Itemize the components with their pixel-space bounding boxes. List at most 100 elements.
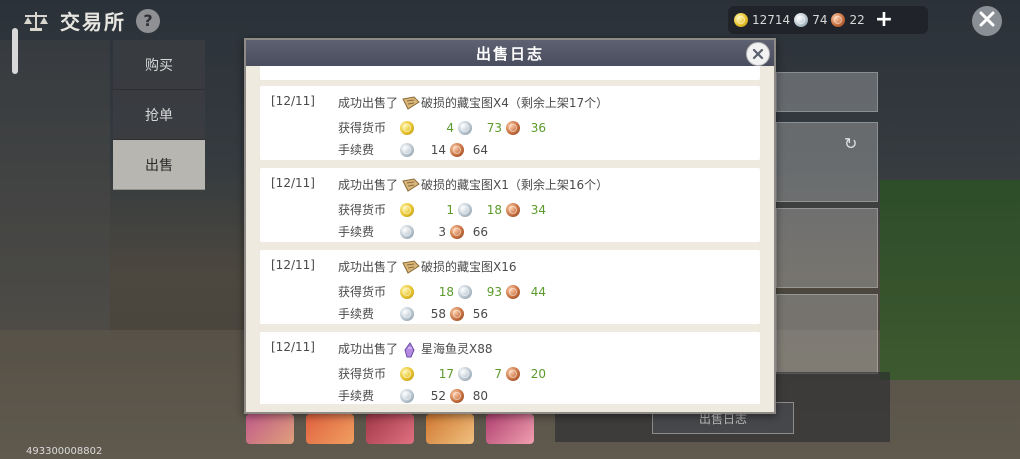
gold-coin-icon [400, 120, 414, 135]
bronze-coin-icon [506, 120, 520, 135]
fee-bronze: 56 [472, 306, 488, 321]
dialog-close-button[interactable] [746, 42, 770, 66]
silver-coin-icon [400, 306, 414, 321]
inventory-item[interactable] [246, 414, 294, 444]
entry-fee: 手续费 3 66 [338, 223, 488, 240]
tab-sell[interactable]: 出售 [113, 140, 205, 190]
bronze-amount: 22 [849, 13, 865, 27]
earn-bronze: 20 [530, 366, 546, 381]
fee-silver: 52 [430, 388, 446, 403]
fee-label: 手续费 [338, 143, 375, 157]
inventory-item[interactable] [306, 414, 354, 444]
dialog-header: 出售日志 [246, 40, 774, 66]
close-icon [752, 45, 764, 64]
inventory-item[interactable] [486, 414, 534, 444]
entry-prefix: 成功出售了 [338, 96, 399, 110]
earn-silver: 93 [486, 284, 502, 299]
earn-gold: 4 [446, 120, 454, 135]
tab-buy[interactable]: 购买 [113, 40, 205, 90]
fee-bronze: 64 [472, 142, 488, 157]
sell-slot-1[interactable] [776, 72, 878, 112]
entry-item-name: 破损的藏宝图X4（剩余上架17个） [421, 96, 609, 110]
refresh-icon[interactable]: ↻ [844, 134, 862, 153]
balance-scale-icon [22, 10, 50, 32]
exchange-nav: 购买 抢单 出售 [113, 40, 205, 190]
entry-fee: 手续费 52 80 [338, 387, 488, 404]
entry-date: [12/11] [271, 258, 315, 272]
sea-fish-spirit-icon [402, 341, 420, 357]
earn-bronze: 44 [530, 284, 546, 299]
top-bar: 交易所 ? 12714 74 22 + [0, 0, 1020, 40]
bronze-coin-icon [506, 366, 520, 381]
sell-log-dialog: 出售日志 [12/11] 成功出售了 破损的藏宝图X4（剩余上架17个） 获得货… [244, 38, 776, 414]
entry-fee: 手续费 58 56 [338, 305, 488, 322]
bronze-coin-icon [450, 224, 464, 239]
log-entries: [12/11] 成功出售了 破损的藏宝图X4（剩余上架17个） 获得货币 4 7… [260, 86, 760, 404]
sell-slot-3[interactable] [776, 208, 878, 288]
treasure-map-icon [402, 259, 420, 274]
fee-bronze: 80 [472, 388, 488, 403]
silver-coin-icon [458, 284, 472, 299]
fee-label: 手续费 [338, 307, 375, 321]
bronze-coin-icon [450, 388, 464, 403]
earn-label: 获得货币 [338, 367, 387, 381]
bronze-coin-icon [506, 284, 520, 299]
close-icon [978, 10, 996, 32]
entry-message: 成功出售了 破损的藏宝图X16 [338, 258, 517, 275]
bronze-coin-icon [450, 306, 464, 321]
bronze-coin-icon [450, 142, 464, 157]
treasure-map-icon [402, 95, 420, 110]
entry-message: 成功出售了 星海鱼灵X88 [338, 340, 493, 357]
tab-grab-order[interactable]: 抢单 [113, 90, 205, 140]
silver-coin-icon [400, 388, 414, 403]
silver-amount: 74 [812, 13, 828, 27]
treasure-map-icon [402, 177, 420, 192]
entry-fee: 手续费 14 64 [338, 141, 488, 158]
entry-item-name: 破损的藏宝图X1（剩余上架16个） [421, 178, 609, 192]
entry-item-name: 破损的藏宝图X16 [421, 260, 517, 274]
entry-prefix: 成功出售了 [338, 178, 399, 192]
entry-earnings: 获得货币 1 18 34 [338, 201, 546, 218]
player-uid: 493300008802 [26, 446, 103, 457]
inventory-tiles [246, 414, 534, 444]
fee-bronze: 66 [472, 224, 488, 239]
add-currency-button[interactable]: + [875, 9, 893, 31]
close-exchange-button[interactable] [972, 6, 1002, 36]
earn-label: 获得货币 [338, 203, 387, 217]
entry-earnings: 获得货币 4 73 36 [338, 119, 546, 136]
entry-earnings: 获得货币 17 7 20 [338, 365, 546, 382]
silver-coin-icon [794, 13, 809, 27]
silver-coin-icon [458, 202, 472, 217]
fee-label: 手续费 [338, 389, 375, 403]
earn-gold: 1 [446, 202, 454, 217]
earn-label: 获得货币 [338, 121, 387, 135]
entry-date: [12/11] [271, 176, 315, 190]
entry-date: [12/11] [271, 94, 315, 108]
earn-silver: 7 [494, 366, 502, 381]
help-button[interactable]: ? [136, 8, 160, 33]
gold-coin-icon [400, 202, 414, 217]
entry-item-name: 星海鱼灵X88 [421, 342, 493, 356]
gold-coin-icon [400, 366, 414, 381]
gold-amount: 12714 [752, 13, 791, 27]
earn-silver: 73 [486, 120, 502, 135]
title-group: 交易所 ? [22, 6, 160, 35]
silver-coin-icon [400, 224, 414, 239]
earn-bronze: 36 [530, 120, 546, 135]
currency-bar: 12714 74 22 + [728, 6, 928, 34]
list-item: [12/11] 成功出售了 星海鱼灵X88 获得货币 17 7 20 手续费 5… [260, 332, 760, 404]
bronze-coin-icon [831, 13, 846, 27]
log-list[interactable]: [12/11] 成功出售了 破损的藏宝图X4（剩余上架17个） 获得货币 4 7… [256, 66, 764, 404]
entry-prefix: 成功出售了 [338, 260, 399, 274]
sell-slot-4[interactable] [776, 294, 878, 374]
earn-bronze: 34 [530, 202, 546, 217]
fee-silver: 14 [430, 142, 446, 157]
dialog-title: 出售日志 [475, 44, 544, 63]
inventory-item[interactable] [366, 414, 414, 444]
app-title: 交易所 [60, 10, 126, 34]
fee-label: 手续费 [338, 225, 375, 239]
sell-slot-2[interactable] [776, 122, 878, 202]
inventory-item[interactable] [426, 414, 474, 444]
list-item: [12/11] 成功出售了 破损的藏宝图X16 获得货币 18 93 44 手续… [260, 250, 760, 324]
entry-earnings: 获得货币 18 93 44 [338, 283, 546, 300]
